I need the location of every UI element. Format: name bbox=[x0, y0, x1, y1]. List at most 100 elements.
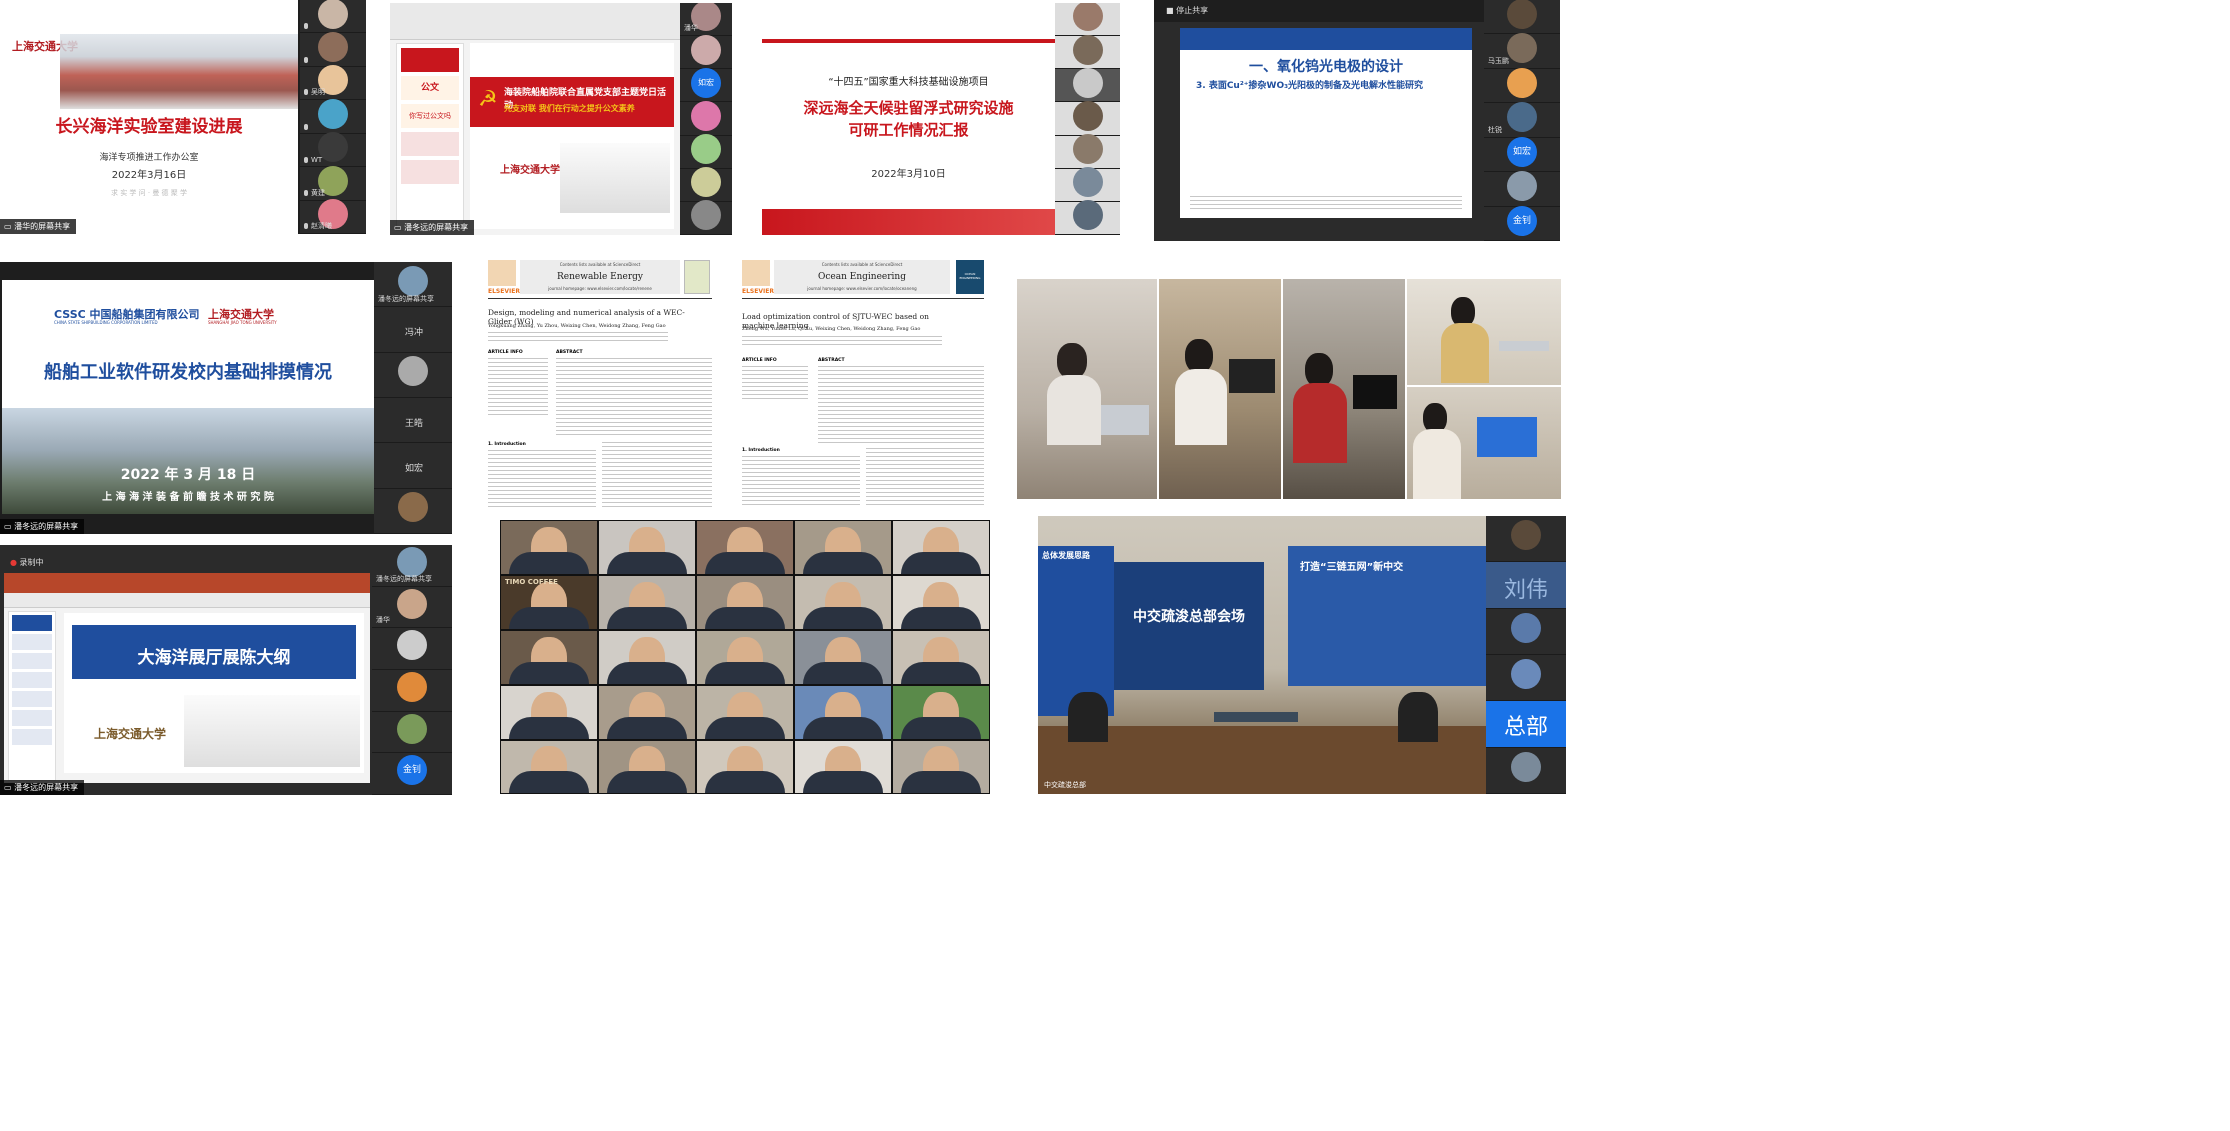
paper-authors: Yongkuang Zhang, Yu Zhou, Weixing Chen, … bbox=[488, 323, 666, 329]
participant-thumb[interactable]: 潘冬远的屏幕共享 bbox=[374, 262, 452, 308]
journal-name: Ocean Engineering bbox=[818, 272, 906, 282]
article-info-heading: ARTICLE INFO bbox=[742, 358, 777, 363]
slide-subtitle: 海洋专项推进工作办公室 bbox=[99, 153, 199, 163]
participant-thumb[interactable] bbox=[1055, 134, 1120, 169]
participant-thumb[interactable]: WT bbox=[300, 132, 366, 168]
participant-thumb[interactable]: 金钊 bbox=[372, 753, 452, 795]
participant-thumb[interactable] bbox=[1486, 609, 1566, 655]
participant-thumb[interactable]: 总部 bbox=[1486, 701, 1566, 748]
video-cell[interactable] bbox=[696, 740, 794, 794]
introduction-heading: 1. Introduction bbox=[742, 448, 780, 453]
shared-slide: 上海交通大学 长兴海洋实验室建设进展 海洋专项推进工作办公室 2022年3月16… bbox=[0, 0, 298, 234]
participant-thumb[interactable]: 潘冬远的屏幕共享 bbox=[372, 545, 452, 587]
participant-thumb[interactable]: 如宏 bbox=[680, 67, 732, 103]
paper-authors: Zheng Wu, Yunfei Lu, Qi Xu, Weixing Chen… bbox=[742, 326, 921, 332]
contents-line: Contents lists available at ScienceDirec… bbox=[821, 262, 903, 267]
slide-date: 2022 年 3 月 18 日 bbox=[120, 467, 256, 483]
participant-thumb[interactable] bbox=[1484, 67, 1560, 104]
meeting-tile-2: 公文 你写过公文吗 ☭ 海装院船舶院联合直属党支部主题党日活动 先支对联 我们在… bbox=[390, 3, 732, 235]
participant-thumb[interactable] bbox=[372, 712, 452, 754]
participant-thumb[interactable] bbox=[1055, 34, 1120, 70]
participant-thumb[interactable] bbox=[1055, 100, 1120, 136]
monitor-icon: ▭ bbox=[4, 522, 15, 531]
attendee-left bbox=[1068, 692, 1108, 742]
participant-thumb[interactable]: 杜锐 bbox=[1484, 102, 1560, 138]
video-cell[interactable] bbox=[598, 685, 696, 740]
participant-thumb[interactable]: 潘华 bbox=[372, 587, 452, 629]
video-cell[interactable] bbox=[892, 630, 990, 685]
slide-subtitle: 3. 表面Cu²⁺掺杂WO₃光阳极的制备及光电解水性能研究 bbox=[1196, 81, 1424, 91]
participant-thumb[interactable] bbox=[1484, 0, 1560, 35]
video-cell[interactable] bbox=[696, 575, 794, 630]
poster-text: TIMO COFFEE bbox=[505, 578, 558, 586]
video-cell[interactable] bbox=[892, 520, 990, 575]
video-cell[interactable] bbox=[794, 740, 892, 794]
video-cell[interactable] bbox=[500, 740, 598, 794]
participant-thumb[interactable]: 黄建 bbox=[300, 165, 366, 201]
participant-thumb[interactable] bbox=[1055, 200, 1120, 235]
video-cell[interactable] bbox=[500, 520, 598, 575]
participant-thumb[interactable] bbox=[1055, 167, 1120, 202]
video-cell[interactable] bbox=[794, 520, 892, 575]
participant-thumb[interactable]: 王皓 bbox=[374, 398, 452, 444]
slide-org: 上 海 海 洋 装 备 前 瞻 技 术 研 究 院 bbox=[102, 492, 274, 503]
ppt-thumbnail-pane[interactable] bbox=[8, 611, 56, 781]
participant-thumb[interactable] bbox=[300, 0, 366, 34]
banner-subtitle: 先支对联 我们在行动之提升公文素养 bbox=[504, 104, 635, 113]
recording-indicator: ● 录制中 bbox=[10, 558, 44, 567]
journal-cover bbox=[684, 260, 710, 294]
video-cell[interactable] bbox=[696, 520, 794, 575]
video-cell[interactable] bbox=[598, 630, 696, 685]
video-cell[interactable] bbox=[794, 630, 892, 685]
participant-thumb[interactable] bbox=[300, 98, 366, 134]
campus-building-image bbox=[60, 34, 298, 109]
record-dot-icon: ● bbox=[10, 558, 20, 567]
meeting-tile-1: 上海交通大学 长兴海洋实验室建设进展 海洋专项推进工作办公室 2022年3月16… bbox=[0, 0, 366, 234]
participant-thumb[interactable] bbox=[680, 134, 732, 169]
participant-thumb[interactable]: 金钊 bbox=[1484, 205, 1560, 241]
participant-thumb[interactable] bbox=[680, 200, 732, 235]
participant-thumb[interactable] bbox=[374, 353, 452, 398]
participant-thumb[interactable] bbox=[680, 100, 732, 136]
participant-thumb[interactable] bbox=[1055, 3, 1120, 37]
video-cell[interactable] bbox=[696, 630, 794, 685]
participant-thumb[interactable]: 潘华 bbox=[680, 3, 732, 37]
ship-model bbox=[1214, 712, 1298, 722]
participant-thumb[interactable] bbox=[300, 32, 366, 67]
video-cell[interactable] bbox=[794, 685, 892, 740]
video-cell[interactable] bbox=[500, 630, 598, 685]
participant-thumb[interactable] bbox=[372, 670, 452, 712]
participant-thumb[interactable] bbox=[1055, 67, 1120, 103]
video-cell[interactable]: TIMO COFFEE bbox=[500, 575, 598, 630]
participant-thumb[interactable] bbox=[1484, 171, 1560, 207]
ppt-thumbnail-pane[interactable]: 公文 你写过公文吗 bbox=[396, 43, 464, 231]
video-cell[interactable] bbox=[892, 740, 990, 794]
participant-thumb[interactable] bbox=[680, 34, 732, 70]
video-cell[interactable] bbox=[892, 575, 990, 630]
share-toolbar[interactable]: ■ 停止共享 bbox=[1154, 0, 1484, 22]
video-cell[interactable] bbox=[598, 740, 696, 794]
participant-thumb[interactable] bbox=[1486, 655, 1566, 702]
video-cell[interactable] bbox=[598, 520, 696, 575]
ink-painting-image bbox=[560, 143, 670, 213]
participant-thumb[interactable]: 冯冲 bbox=[374, 307, 452, 353]
participant-thumb[interactable]: 如宏 bbox=[1484, 136, 1560, 173]
participant-thumb[interactable] bbox=[1486, 748, 1566, 794]
participant-thumb[interactable]: 马玉鹏 bbox=[1484, 33, 1560, 69]
video-cell[interactable] bbox=[500, 685, 598, 740]
participant-sidebar: 刘伟 总部 bbox=[1486, 516, 1566, 794]
participant-thumb[interactable]: 吴明 bbox=[300, 65, 366, 101]
participant-thumb[interactable] bbox=[680, 167, 732, 202]
video-cell[interactable] bbox=[892, 685, 990, 740]
participant-thumb[interactable] bbox=[374, 489, 452, 534]
conference-room-video: 总体发展思路 中交疏浚总部会场 打造“三链五网”新中交 中交疏浚总部 bbox=[1038, 516, 1486, 794]
video-cell[interactable] bbox=[598, 575, 696, 630]
participant-thumb[interactable]: 如宏 bbox=[374, 443, 452, 489]
participant-thumb[interactable]: 刘伟 bbox=[1486, 562, 1566, 609]
participant-thumb[interactable] bbox=[1486, 516, 1566, 563]
video-cell[interactable] bbox=[696, 685, 794, 740]
video-cell[interactable] bbox=[794, 575, 892, 630]
participant-thumb[interactable]: 赵清曦 bbox=[300, 199, 366, 234]
screen-share-label: ▭ 潘冬远的屏幕共享 bbox=[0, 519, 85, 534]
participant-thumb[interactable] bbox=[372, 628, 452, 671]
